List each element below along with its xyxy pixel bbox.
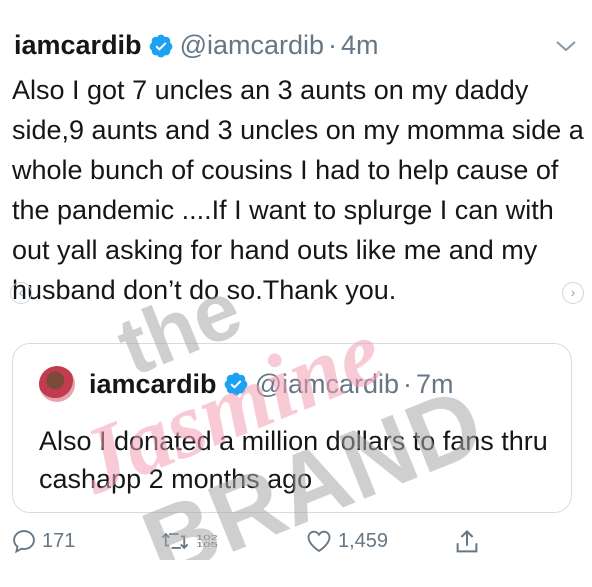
share-button[interactable] <box>452 527 482 557</box>
quoted-handle[interactable]: @iamcardib <box>255 369 399 400</box>
timestamp[interactable]: 4m <box>341 30 379 61</box>
retweet-icon <box>160 527 190 555</box>
reply-icon <box>10 527 38 555</box>
tweet-header: iamcardib @iamcardib · 4m <box>14 30 379 61</box>
quoted-timestamp[interactable]: 7m <box>416 369 454 400</box>
retweet-count-bottom: 105 <box>196 540 218 549</box>
tweet-text: Also I got 7 uncles an 3 aunts on my dad… <box>12 75 592 305</box>
tweet-card: iamcardib @iamcardib · 4m Also I got 7 u… <box>0 0 592 587</box>
quoted-tweet[interactable]: iamcardib @iamcardib · 7m Also I donated… <box>12 343 572 513</box>
reply-count: 171 <box>42 529 76 552</box>
separator: · <box>403 368 413 399</box>
retweet-button[interactable]: 102 105 <box>160 527 218 555</box>
handle[interactable]: @iamcardib <box>180 30 324 61</box>
verified-badge-icon <box>148 33 174 59</box>
verified-badge-icon <box>223 371 249 397</box>
chevron-down-icon[interactable] <box>555 38 577 54</box>
quoted-tweet-header: iamcardib @iamcardib · 7m <box>39 366 454 402</box>
avatar[interactable] <box>39 366 75 402</box>
share-icon <box>452 527 482 557</box>
retweet-count: 102 105 <box>196 528 218 554</box>
carousel-prev-button[interactable]: ‹ <box>10 282 32 304</box>
carousel-next-button[interactable]: › <box>562 282 584 304</box>
like-count: 1,459 <box>338 529 389 552</box>
reply-button[interactable]: 171 <box>10 527 75 555</box>
heart-icon <box>304 527 334 555</box>
quoted-display-name[interactable]: iamcardib <box>89 369 217 400</box>
separator: · <box>328 30 338 60</box>
quoted-tweet-text: Also I donated a million dollars to fans… <box>39 426 556 494</box>
action-bar: 171 102 105 1,459 <box>0 527 592 567</box>
like-button[interactable]: 1,459 <box>304 527 388 555</box>
display-name[interactable]: iamcardib <box>14 30 142 61</box>
